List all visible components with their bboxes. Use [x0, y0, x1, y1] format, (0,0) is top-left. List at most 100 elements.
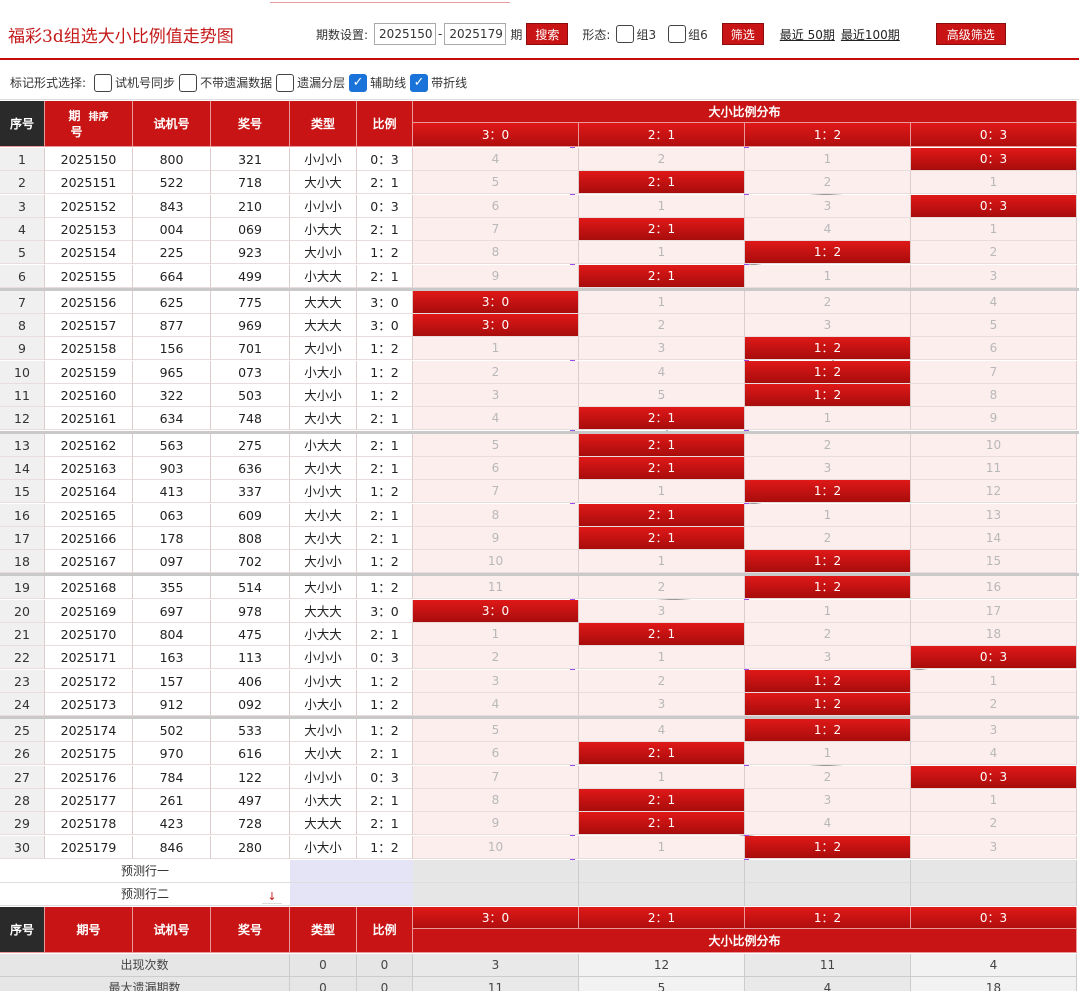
row-issue: 2025166: [45, 527, 133, 550]
header-dist-0: 3：0: [413, 123, 579, 147]
row-index: 20: [0, 600, 45, 623]
row-issue: 2025150: [45, 148, 133, 171]
row-ratio: 1：2: [357, 384, 413, 407]
row-ratio: 2：1: [357, 457, 413, 480]
dist-miss-cell: 10: [911, 434, 1077, 457]
dist-miss-cell: 2: [579, 314, 745, 337]
period-dash: -: [438, 27, 443, 41]
dist-hit-cell: 1：2: [745, 719, 911, 742]
predict-dist-cell[interactable]: [745, 860, 911, 883]
filter-button[interactable]: 筛选: [721, 23, 764, 45]
predict-dist-cell[interactable]: [579, 883, 745, 906]
dist-miss-cell: 5: [413, 434, 579, 457]
recent-100-link[interactable]: 最近100期: [841, 26, 900, 43]
option-label-1: 不带遗漏数据: [200, 76, 273, 90]
dist-miss-cell: 2: [745, 171, 911, 194]
dist-miss-cell: 3: [745, 314, 911, 337]
dist-miss-cell: 1: [579, 550, 745, 573]
row-ratio: 3：0: [357, 314, 413, 337]
row-index: 14: [0, 457, 45, 480]
row-ratio: 1：2: [357, 670, 413, 693]
period-from-input[interactable]: 2025150: [374, 23, 437, 45]
period-to-input[interactable]: 2025179: [444, 23, 507, 45]
row-prize-number: 122: [211, 766, 290, 789]
dist-miss-cell: 14: [911, 527, 1077, 550]
dist-miss-cell: 7: [413, 480, 579, 503]
predict-dist-cell[interactable]: [911, 883, 1077, 906]
dist-miss-cell: 11: [911, 457, 1077, 480]
row-test-number: 097: [133, 550, 211, 573]
row-ratio: 1：2: [357, 480, 413, 503]
recent-50-link[interactable]: 最近 50期: [780, 26, 835, 43]
dist-hit-cell: 1：2: [745, 384, 911, 407]
option-checkbox-3[interactable]: ✓: [349, 73, 368, 92]
row-issue: 2025167: [45, 550, 133, 573]
predict-dist-cell[interactable]: [745, 883, 911, 906]
row-ratio: 1：2: [357, 550, 413, 573]
stat-value: 18: [911, 977, 1077, 991]
dist-hit-cell: 0：3: [911, 766, 1077, 789]
dist-miss-cell: 1: [579, 241, 745, 264]
group3-label: 组3: [636, 27, 657, 42]
predict-dist-cell[interactable]: [579, 860, 745, 883]
group3-checkbox[interactable]: [616, 25, 635, 43]
row-issue: 2025169: [45, 600, 133, 623]
row-test-number: 846: [133, 836, 211, 859]
row-type: 小大大: [290, 434, 357, 457]
dist-miss-cell: 7: [911, 361, 1077, 384]
row-ratio: 0：3: [357, 646, 413, 669]
row-test-number: 178: [133, 527, 211, 550]
row-prize-number: 475: [211, 623, 290, 646]
header-prize: 奖号: [211, 101, 290, 147]
row-prize-number: 923: [211, 241, 290, 264]
predict-row-input[interactable]: [290, 860, 413, 883]
dist-hit-cell: 2：1: [579, 504, 745, 527]
option-checkbox-2[interactable]: [276, 73, 295, 92]
row-ratio: 2：1: [357, 623, 413, 646]
row-issue: 2025152: [45, 195, 133, 218]
row-type: 大小大: [290, 457, 357, 480]
group6-label: 组6: [688, 27, 708, 42]
sort-icon[interactable]: 排序: [89, 112, 109, 123]
mark-options-label: 标记形式选择:: [10, 76, 87, 90]
footer-header-idx: 序号: [0, 907, 45, 953]
row-type: 大小大: [290, 407, 357, 430]
dist-miss-cell: 3: [413, 384, 579, 407]
option-checkbox-0[interactable]: [94, 73, 113, 92]
footer-header-type: 类型: [290, 907, 357, 953]
group6-checkbox[interactable]: [668, 25, 687, 43]
dist-hit-cell: 1：2: [745, 480, 911, 503]
dist-miss-cell: 2: [745, 527, 911, 550]
row-ratio: 2：1: [357, 527, 413, 550]
row-type: 大小小: [290, 550, 357, 573]
row-prize-number: 092: [211, 693, 290, 716]
row-type: 小小大: [290, 480, 357, 503]
predict-dist-cell[interactable]: [413, 883, 579, 906]
predict-dist-cell[interactable]: [911, 860, 1077, 883]
stat-value: 4: [745, 977, 911, 991]
row-index: 10: [0, 361, 45, 384]
dist-miss-cell: 7: [413, 766, 579, 789]
row-prize-number: 808: [211, 527, 290, 550]
dist-miss-cell: 6: [911, 337, 1077, 360]
predict-row-input[interactable]: [290, 883, 413, 906]
dist-miss-cell: 3: [911, 719, 1077, 742]
row-ratio: 1：2: [357, 836, 413, 859]
header-idx: 序号: [0, 101, 45, 147]
option-label-0: 试机号同步: [115, 76, 176, 90]
option-checkbox-1[interactable]: [179, 73, 198, 92]
row-test-number: 625: [133, 291, 211, 314]
row-test-number: 965: [133, 361, 211, 384]
predict-dist-cell[interactable]: [413, 860, 579, 883]
option-checkbox-4[interactable]: ✓: [410, 73, 429, 92]
dist-hit-cell: 2：1: [579, 407, 745, 430]
dist-miss-cell: 1: [579, 646, 745, 669]
advanced-filter-button[interactable]: 高级筛选: [935, 23, 1006, 45]
row-test-number: 502: [133, 719, 211, 742]
row-index: 19: [0, 576, 45, 599]
dist-miss-cell: 10: [413, 836, 579, 859]
search-button[interactable]: 搜索: [526, 23, 569, 45]
row-index: 17: [0, 527, 45, 550]
row-issue: 2025156: [45, 291, 133, 314]
dist-hit-cell: 3：0: [413, 600, 579, 623]
